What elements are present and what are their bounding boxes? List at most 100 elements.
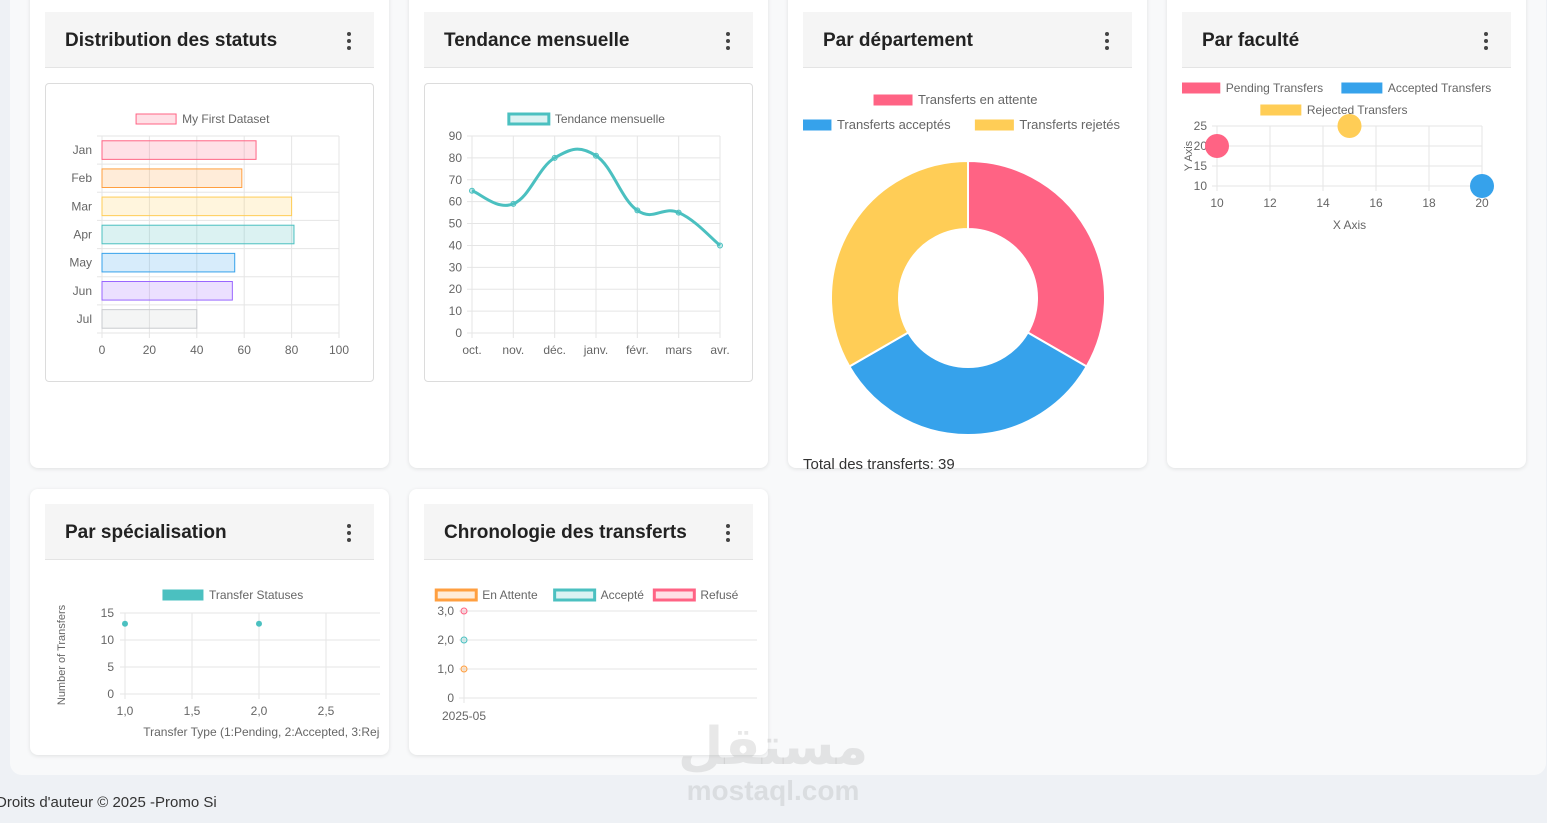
legend-label: Transferts acceptés	[837, 117, 951, 132]
more-options-icon[interactable]	[725, 524, 731, 542]
x-tick-label: 60	[238, 343, 252, 357]
x-tick-label: 18	[1422, 196, 1436, 210]
y-tick-label: 20	[449, 282, 463, 296]
y-tick-label: 10	[101, 633, 115, 647]
y-tick-label: 5	[107, 660, 114, 674]
card-header: Par département	[803, 12, 1132, 68]
y-tick-label: 30	[449, 260, 463, 274]
legend-swatch	[1341, 82, 1383, 94]
x-tick-label: 14	[1316, 196, 1330, 210]
legend-label: Refusé	[700, 588, 738, 602]
card-header: Par spécialisation	[45, 504, 374, 560]
pie-slice	[847, 331, 1089, 436]
timeline-card: Chronologie des transferts En Attente Acc…	[409, 489, 768, 755]
status-distribution-card: Distribution des statuts My First Datase…	[30, 0, 389, 468]
y-tick-label: Apr	[73, 228, 92, 242]
y-axis-label: Y Axis	[1183, 140, 1195, 171]
chart-container: Tendance mensuelle 0 10 20 30 40 50 60 70 80 90 oct…	[424, 83, 753, 382]
x-tick-label: janv.	[583, 343, 608, 357]
y-tick-label: 50	[449, 217, 463, 231]
pie-slice	[967, 159, 1106, 368]
y-tick-label: 15	[101, 606, 115, 620]
x-tick-label: 20	[143, 343, 157, 357]
more-options-icon[interactable]	[1483, 32, 1489, 50]
specialization-scatter-chart: Transfer Statuses0510151,01,52,02,53,0Tr…	[56, 588, 380, 739]
data-point	[675, 209, 682, 216]
more-options-icon[interactable]	[346, 524, 352, 542]
card-header: Chronologie des transferts	[424, 504, 753, 560]
y-axis-label: Number of Transfers	[56, 604, 68, 705]
data-point	[510, 200, 517, 207]
card-title: Tendance mensuelle	[444, 30, 630, 51]
dashboard-container: Distribution des statuts My First Datase…	[10, 0, 1546, 775]
watermark-arabic: مستقل	[678, 718, 869, 776]
x-tick-label: 16	[1369, 196, 1383, 210]
legend-swatch	[1260, 104, 1302, 116]
legend-swatch	[135, 113, 177, 125]
data-point	[593, 152, 599, 159]
bar	[101, 168, 243, 189]
x-tick-label: 1,0	[117, 704, 134, 718]
x-tick-label: 20	[1475, 196, 1489, 210]
bar	[101, 252, 236, 273]
legend-label: Rejected Transfers	[1307, 103, 1408, 117]
x-axis-label: X Axis	[1333, 218, 1366, 232]
data-point	[469, 187, 475, 194]
card-title: Par département	[823, 30, 973, 51]
x-tick-label: mars	[665, 343, 692, 357]
faculty-bubble-chart: Pending Transfers Accepted Transfers Rejec…	[1182, 81, 1494, 232]
bar	[101, 309, 198, 329]
bubble	[1470, 174, 1494, 198]
legend-label: Pending Transfers	[1226, 81, 1323, 95]
x-tick-label: déc.	[543, 343, 566, 357]
y-tick-label: 15	[1194, 159, 1208, 173]
legend-label: Tendance mensuelle	[555, 112, 665, 126]
card-title: Chronologie des transferts	[444, 522, 687, 543]
monthly-trend-card: Tendance mensuelle Tendance mensuelle 0 10…	[409, 0, 768, 468]
bubble	[1205, 134, 1229, 158]
y-tick-label: Mar	[71, 199, 92, 213]
data-point	[460, 607, 468, 615]
x-tick-label: 40	[190, 343, 204, 357]
x-tick-label: 2,5	[318, 704, 335, 718]
y-tick-label: 0	[107, 687, 114, 701]
bar	[101, 280, 233, 301]
specialization-card: Par spécialisation Transfer Statuses 0 5 10…	[30, 489, 389, 755]
card-header: Distribution des statuts	[45, 12, 374, 68]
data-point	[256, 620, 262, 627]
x-tick-label: 10	[1210, 196, 1224, 210]
chart-container: My First Dataset 0 20 40 60 80 100 Jan Feb Mar Apr…	[45, 83, 374, 382]
legend-swatch	[507, 112, 551, 126]
legend-label: En Attente	[482, 588, 538, 602]
data-point	[460, 636, 468, 644]
y-tick-label: Jan	[73, 143, 92, 157]
legend-swatch	[652, 588, 696, 602]
y-tick-label: 0	[455, 326, 462, 340]
faculty-card: Par faculté Pending Transfers Accepted Tr…	[1167, 0, 1526, 468]
x-tick-label: 80	[285, 343, 299, 357]
y-tick-label: Jun	[73, 284, 92, 298]
bar	[101, 196, 293, 217]
x-tick-label: nov.	[502, 343, 524, 357]
legend-swatch	[803, 119, 832, 131]
legend-label: Accepted Transfers	[1388, 81, 1491, 95]
timeline-line-chart: En Attente Accepté Refusé 0 1,0 2,0 3,0 2025-05	[434, 588, 757, 723]
legend-swatch	[974, 119, 1014, 131]
card-title: Distribution des statuts	[65, 30, 278, 51]
more-options-icon[interactable]	[1104, 32, 1110, 50]
data-point	[460, 665, 468, 673]
x-axis-label: Transfer Type (1:Pending, 2:Accepted, 3:…	[143, 725, 380, 739]
bubble	[1337, 114, 1362, 138]
y-tick-label: 10	[449, 304, 463, 318]
more-options-icon[interactable]	[346, 32, 352, 50]
legend-swatch	[1182, 82, 1221, 94]
x-tick-label: 0	[99, 343, 106, 357]
legend-swatch	[553, 588, 597, 602]
x-tick-label: oct.	[462, 343, 481, 357]
data-point	[122, 620, 128, 627]
pie-slice	[830, 159, 969, 368]
more-options-icon[interactable]	[725, 32, 731, 50]
watermark-latin: mostaql.com	[686, 775, 860, 806]
y-tick-label: 40	[449, 238, 463, 252]
x-tick-label: 2,0	[251, 704, 268, 718]
